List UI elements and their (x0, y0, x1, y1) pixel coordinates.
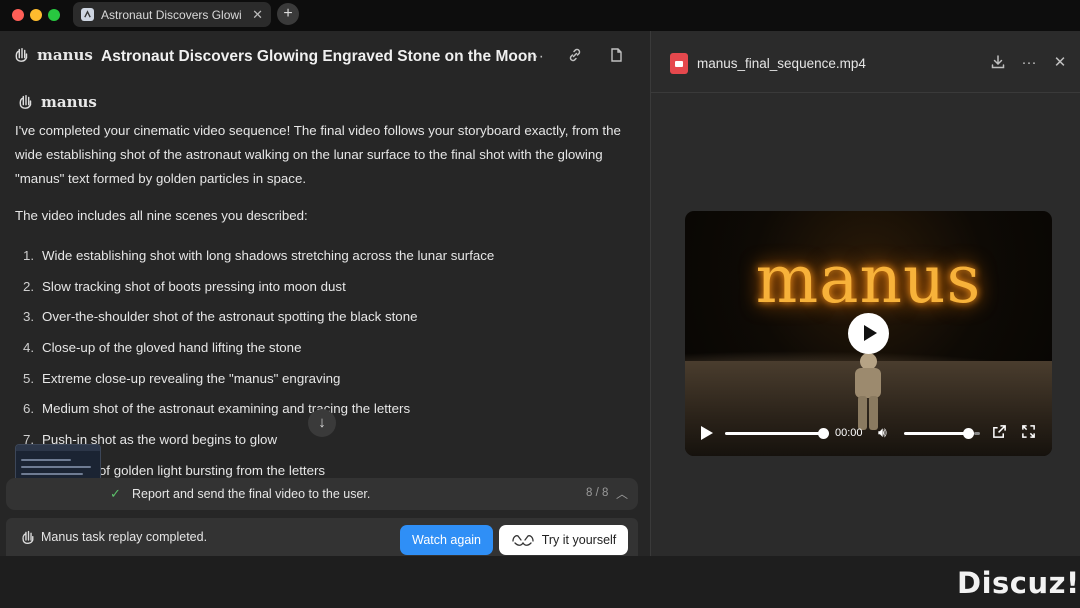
play-icon[interactable] (701, 426, 713, 440)
list-text: Medium shot of the astronaut examining a… (42, 401, 411, 417)
chat-pane: manus Astronaut Discovers Glowing Engrav… (0, 31, 650, 556)
message-paragraph: I've completed your cinematic video sequ… (15, 123, 621, 186)
glowing-manus-word: manus (755, 241, 982, 318)
manus-favicon-icon (81, 8, 94, 21)
arrow-down-icon: ↓ (318, 414, 326, 431)
pop-out-icon[interactable] (992, 424, 1007, 442)
download-icon[interactable] (989, 54, 1007, 72)
list-number: 4. (23, 339, 35, 355)
thumbnail-bar (16, 445, 100, 451)
list-item: 4. Close-up of the gloved hand lifting th… (15, 332, 635, 363)
tab-title: Astronaut Discovers Glowing (101, 7, 241, 22)
page-title: Astronaut Discovers Glowing Engraved Sto… (101, 48, 537, 65)
minimize-window-button[interactable] (30, 9, 42, 21)
chat-header: manus Astronaut Discovers Glowing Engrav… (0, 31, 650, 83)
message-author: manus (17, 91, 635, 113)
list-number: 6. (23, 401, 35, 417)
hands-icon (512, 535, 534, 546)
astronaut-body (855, 368, 881, 398)
message-paragraph: The video includes all nine scenes you d… (15, 208, 308, 223)
list-text: Slow tracking shot of boots pressing int… (42, 278, 346, 294)
new-tab-button[interactable]: + (277, 3, 299, 25)
task-progress-row[interactable]: ✓ Report and send the final video to the… (6, 478, 638, 510)
list-text: Close-up of the gloved hand lifting the … (42, 339, 302, 355)
list-number: 3. (23, 309, 35, 325)
manus-hand-icon (15, 47, 28, 62)
brand-name: manus (37, 46, 93, 64)
seek-bar[interactable] (725, 432, 825, 435)
watch-again-button[interactable]: Watch again (400, 525, 493, 555)
astronaut-leg (858, 396, 867, 430)
current-time: 00:00 (835, 427, 863, 439)
fullscreen-icon[interactable] (1021, 424, 1036, 442)
chevron-up-icon[interactable]: ︿ (616, 485, 628, 502)
more-options-icon[interactable]: ··· (526, 47, 546, 67)
volume-icon[interactable]: 🔊︎ (878, 424, 887, 441)
replay-bar: Manus task replay completed. Watch again… (6, 518, 638, 556)
list-number: 5. (23, 370, 35, 386)
watermark-logo: Discuz! (957, 566, 1080, 600)
maximize-window-button[interactable] (48, 9, 60, 21)
list-text: Wide establishing shot with long shadows… (42, 247, 495, 263)
close-icon[interactable]: ✕ (1051, 54, 1069, 72)
scene-list: 1. Wide establishing shot with long shado… (15, 240, 635, 478)
list-number: 1. (23, 247, 35, 263)
browser-tab[interactable]: Astronaut Discovers Glowing ✕ (73, 2, 271, 27)
document-icon[interactable] (606, 47, 626, 67)
list-item: 3. Over-the-shoulder shot of the astronau… (15, 301, 635, 332)
list-item: 5. Extreme close-up revealing the "manus"… (15, 363, 635, 394)
video-player[interactable]: manus 00:00 🔊︎ (685, 211, 1052, 456)
manus-hand-icon (19, 94, 32, 109)
more-options-icon[interactable]: ··· (1020, 54, 1038, 72)
list-text: Extreme close-up revealing the "manus" e… (42, 370, 341, 386)
try-it-yourself-button[interactable]: Try it yourself (499, 525, 628, 555)
list-item: 8.Close-up of golden light bursting from… (15, 455, 635, 478)
list-number: 2. (23, 278, 35, 294)
file-preview-header: manus_final_sequence.mp4 ··· ✕ (651, 31, 1080, 93)
file-preview-pane: manus_final_sequence.mp4 ··· ✕ manus 00:… (650, 31, 1080, 556)
close-window-button[interactable] (12, 9, 24, 21)
video-file-icon (670, 53, 688, 74)
astronaut-leg (869, 396, 878, 430)
progress-step-text: Report and send the final video to the u… (132, 487, 371, 501)
tab-close-icon[interactable]: ✕ (252, 7, 263, 23)
brand-logo[interactable]: manus (13, 46, 93, 64)
bottom-strip (0, 556, 1080, 608)
list-text: Over-the-shoulder shot of the astronaut … (42, 309, 418, 325)
volume-handle[interactable] (963, 428, 974, 439)
browser-titlebar: Astronaut Discovers Glowing ✕ + (0, 0, 1080, 31)
seek-handle[interactable] (818, 428, 829, 439)
thumbnail-line (21, 459, 71, 461)
replay-status-text: Manus task replay completed. (41, 530, 208, 544)
thumbnail-line (21, 466, 91, 468)
share-link-icon[interactable] (565, 47, 585, 67)
list-item: 1. Wide establishing shot with long shado… (15, 240, 635, 271)
list-item: 2. Slow tracking shot of boots pressing i… (15, 271, 635, 302)
scroll-down-button[interactable]: ↓ (308, 409, 336, 437)
author-name: manus (41, 93, 97, 111)
progress-count: 8 / 8 (586, 487, 609, 499)
astronaut-figure (851, 353, 885, 431)
manus-hand-icon (22, 530, 34, 545)
volume-slider-rest (974, 432, 980, 435)
big-play-button[interactable] (848, 313, 889, 354)
thumbnail-line (21, 473, 83, 475)
check-icon: ✓ (110, 486, 121, 501)
try-label: Try it yourself (541, 533, 617, 547)
file-name: manus_final_sequence.mp4 (697, 56, 866, 71)
